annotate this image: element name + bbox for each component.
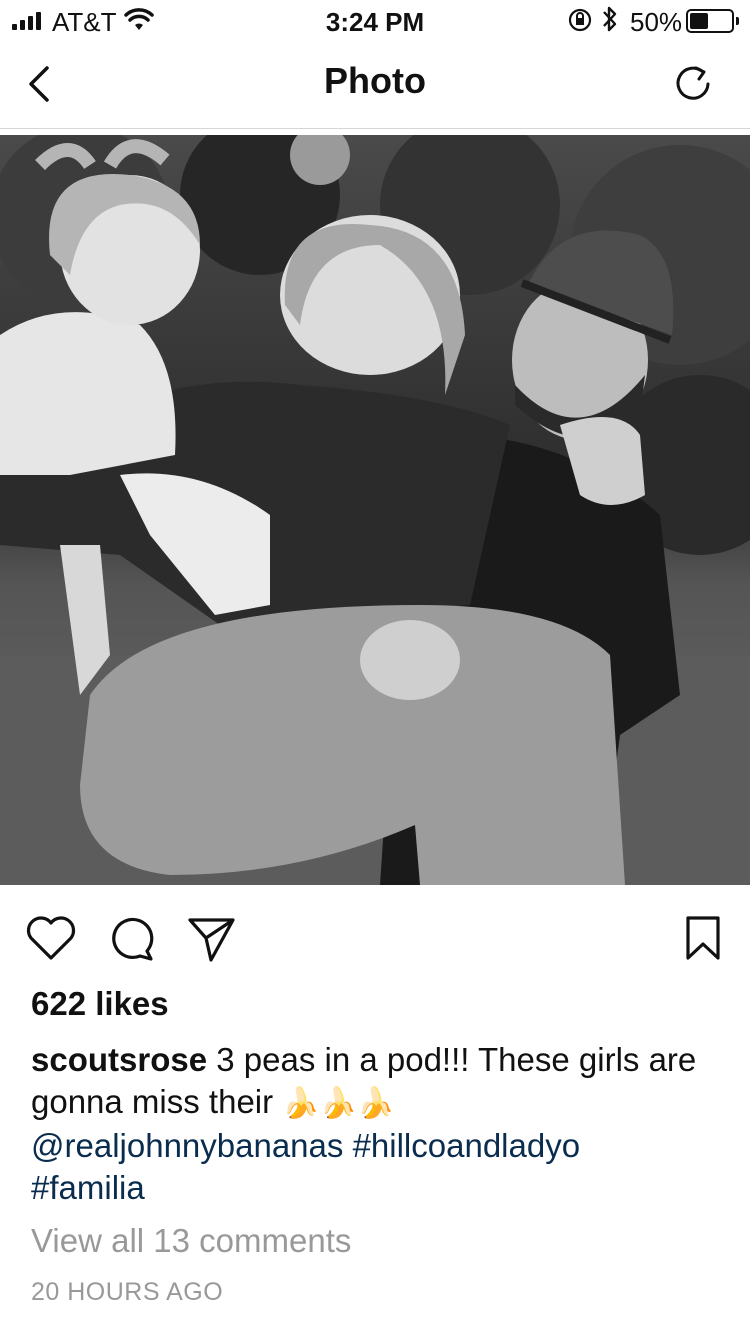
post-timestamp: 20 HOURS AGO xyxy=(31,1278,224,1306)
battery-icon xyxy=(686,9,739,33)
mention-link[interactable]: @realjohnnybananas xyxy=(31,1127,343,1164)
battery-percent: 50% xyxy=(630,7,683,37)
status-bar: AT&T 3:24 PM 50% xyxy=(0,0,750,40)
page-title: Photo xyxy=(324,60,426,101)
heart-icon[interactable] xyxy=(24,911,78,965)
view-comments-link[interactable]: View all 13 comments xyxy=(31,1222,351,1260)
refresh-icon[interactable] xyxy=(672,62,716,106)
banana-emoji: 🍌🍌🍌 xyxy=(282,1087,395,1120)
caption-username[interactable]: scoutsrose xyxy=(31,1041,207,1078)
comment-icon[interactable] xyxy=(105,911,159,965)
navigation-bar: Photo xyxy=(0,40,750,129)
likes-count[interactable]: 622 likes xyxy=(31,985,169,1023)
battery-fill xyxy=(690,13,708,29)
send-icon[interactable] xyxy=(184,911,238,965)
bookmark-icon[interactable] xyxy=(676,911,730,965)
hashtag-link[interactable]: #familia xyxy=(31,1169,145,1206)
orientation-lock-icon xyxy=(568,8,592,32)
post-caption: scoutsrose 3 peas in a pod!!! These girl… xyxy=(31,1039,721,1209)
bluetooth-icon xyxy=(601,4,619,41)
post-photo[interactable] xyxy=(0,135,750,885)
post-actions xyxy=(0,905,750,969)
hashtag-link[interactable]: #hillcoandladyo xyxy=(353,1127,581,1164)
